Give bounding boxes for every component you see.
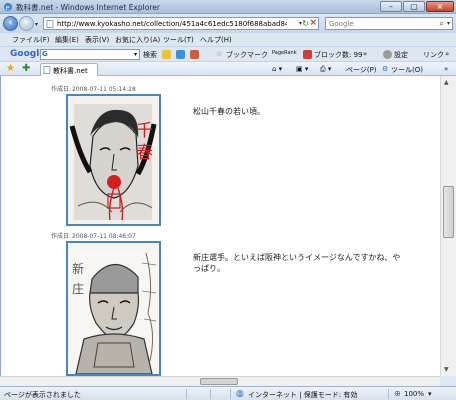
search-placeholder: Google <box>329 20 354 28</box>
bookmark-star-icon[interactable]: ☆ <box>216 50 222 58</box>
svg-text:春: 春 <box>136 143 153 163</box>
entry-date: 作成日:2008-07-11 05:14:28 <box>51 84 136 93</box>
more-commands-chevron[interactable]: » <box>444 65 448 73</box>
ie-icon: e <box>4 3 12 12</box>
page-menu-button[interactable]: ページ(P) <box>346 65 377 75</box>
entry-date: 作成日:2008-07-11 08:46:07 <box>51 231 136 240</box>
menu-tools[interactable]: ツール(T) <box>163 35 194 45</box>
popup-blocker-icon <box>303 50 312 59</box>
add-favorites-icon[interactable]: ✚ <box>22 63 30 74</box>
chevron-down-icon[interactable]: ▾ <box>134 51 137 58</box>
entry-caption: 松山千春の若い頃。 <box>193 107 265 116</box>
svg-text:e: e <box>6 4 10 12</box>
address-row: ‹ › ▾ http://www.kyokasho.net/collection… <box>0 14 456 33</box>
forward-button[interactable]: › <box>19 16 34 31</box>
date-value: 2008-07-11 05:14:28 <box>72 86 136 93</box>
status-text: ページが表示されました <box>4 391 81 399</box>
tools-icon[interactable]: ⚙ <box>382 65 388 73</box>
window-title: 教科書.net - Windows Internet Explorer <box>16 3 160 12</box>
menu-view[interactable]: 表示(V) <box>85 35 109 45</box>
status-divider <box>210 389 211 399</box>
scroll-up-icon[interactable]: ▲ <box>444 79 449 86</box>
svg-text:千: 千 <box>136 121 153 141</box>
status-divider <box>388 389 389 399</box>
tab-kyokasho[interactable]: 教科書.net <box>40 63 98 76</box>
portrait-sketch-icon: 新 庄 <box>68 243 159 374</box>
refresh-icon[interactable]: ↻ <box>302 19 309 28</box>
scroll-thumb[interactable] <box>443 186 454 238</box>
date-label: 作成日: <box>51 233 72 240</box>
tools-menu-button[interactable]: ツール(O) <box>391 65 423 75</box>
svg-text:新: 新 <box>72 261 84 276</box>
tab-label: 教科書.net <box>53 67 88 75</box>
menu-favorites[interactable]: お気に入り(A) <box>115 35 160 45</box>
page-icon <box>43 66 51 74</box>
horizontal-scrollbar[interactable] <box>0 376 440 386</box>
settings-button[interactable]: 設定 <box>394 50 408 60</box>
recent-pages-dropdown[interactable]: ▾ <box>35 21 38 28</box>
menu-file[interactable]: ファイル(F) <box>12 35 50 45</box>
entry-image[interactable]: 千 春 <box>66 94 161 226</box>
entry-image[interactable]: 新 庄 <box>66 241 161 376</box>
bookmarks-button[interactable]: ブックマーク <box>226 50 268 60</box>
entry-caption: 新庄選手。といえば阪神というイメージなんですかね、やっぱり。 <box>193 253 401 273</box>
status-divider <box>186 389 187 399</box>
scroll-down-icon[interactable]: ▼ <box>444 366 449 373</box>
back-button[interactable]: ‹ <box>3 16 18 31</box>
star-icon[interactable] <box>162 50 171 59</box>
feeds-icon[interactable]: ▣ ▾ <box>296 65 308 73</box>
title-bar: e 教科書.net - Windows Internet Explorer – … <box>0 0 456 14</box>
home-icon[interactable]: ⌂ ▾ <box>272 65 282 73</box>
mail-icon[interactable] <box>190 50 199 59</box>
menu-help[interactable]: ヘルプ(H) <box>200 35 232 45</box>
date-value: 2008-07-11 08:46:07 <box>72 233 136 240</box>
blocked-count[interactable]: ブロック数: 99 <box>314 50 363 60</box>
zoom-icon[interactable]: ⊕ <box>394 389 401 398</box>
google-search-input[interactable]: G ▾ <box>40 49 140 60</box>
pagerank-label: PageRank <box>272 50 297 56</box>
security-zone[interactable]: インターネット | 保護モード: 有効 <box>248 390 357 400</box>
chevron-down-icon[interactable]: ▾ <box>428 390 432 398</box>
date-label: 作成日: <box>51 86 72 93</box>
search-icon[interactable]: ⌕ <box>440 19 444 29</box>
more-chevron[interactable]: » <box>363 50 367 58</box>
vertical-scrollbar[interactable]: ▲ ▼ <box>440 76 456 376</box>
google-toolbar: Google G ▾ 検索 ☆ ブックマーク PageRank ブロック数: 9… <box>0 46 456 61</box>
globe-icon[interactable] <box>176 50 185 59</box>
portrait-sketch-icon: 千 春 <box>68 96 159 224</box>
page-viewport: 作成日:2008-07-11 05:14:28 千 春 松山千春の若い頃。 作成… <box>0 76 440 386</box>
globe-icon: ◍ <box>236 389 244 399</box>
address-url[interactable]: http://www.kyokasho.net/collection/451a4… <box>57 20 287 28</box>
minimize-button[interactable]: – <box>380 1 402 12</box>
maximize-button[interactable]: ▢ <box>403 1 425 12</box>
settings-icon <box>383 50 392 59</box>
more-chevron-2[interactable]: » <box>445 50 449 58</box>
page-icon <box>46 20 54 28</box>
print-icon[interactable]: ⎙ ▾ <box>320 65 331 74</box>
menu-bar: ファイル(F) 編集(E) 表示(V) お気に入り(A) ツール(T) ヘルプ(… <box>0 33 456 46</box>
tab-bar: ★ ✚ 教科書.net ⌂ ▾ ▣ ▾ ⎙ ▾ ページ(P) ⚙ ツール(O) … <box>0 61 456 76</box>
links-button[interactable]: リンク <box>423 50 444 60</box>
close-button[interactable]: × <box>426 1 454 12</box>
status-bar: ページが表示されました ◍ インターネット | 保護モード: 有効 ⊕ 100%… <box>0 386 456 400</box>
svg-text:庄: 庄 <box>72 281 84 296</box>
google-g-icon: G <box>42 50 48 58</box>
status-divider <box>230 389 231 399</box>
search-box[interactable]: Google ⌕ ▾ <box>325 17 453 30</box>
chevron-down-icon[interactable]: ▾ <box>447 20 450 27</box>
menu-edit[interactable]: 編集(E) <box>55 35 79 45</box>
stop-icon[interactable]: × <box>309 18 317 28</box>
scroll-thumb[interactable] <box>200 378 238 385</box>
google-search-button[interactable]: 検索 <box>143 50 157 60</box>
address-bar[interactable]: http://www.kyokasho.net/collection/451a4… <box>43 17 319 30</box>
zoom-level[interactable]: 100% <box>404 390 424 398</box>
favorites-star-icon[interactable]: ★ <box>6 63 15 74</box>
